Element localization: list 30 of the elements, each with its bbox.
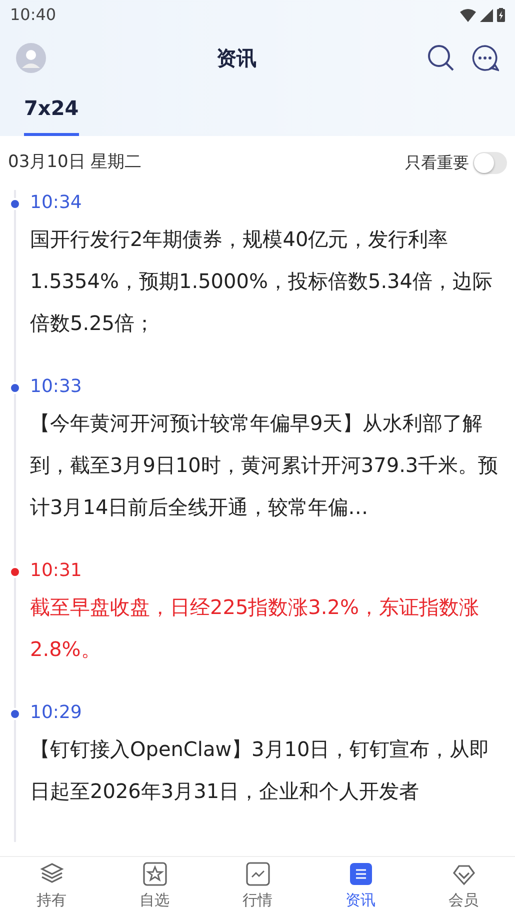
timeline-dot: [9, 198, 21, 210]
chat-bubble-icon[interactable]: [471, 44, 499, 72]
news-text[interactable]: 【钉钉接入OpenClaw】3月10日，钉钉宣布，从即日起至2026年3月31日，企业和个人开发者: [30, 728, 503, 812]
wifi-icon: [460, 8, 476, 22]
news-text[interactable]: 国开行发行2年期债券，规模40亿元，发行利率1.5354%，预期1.5000%，投标倍数5.34倍，边际倍数5.25倍；: [30, 218, 503, 344]
news-text[interactable]: 截至早盘收盘，日经225指数涨3.2%，东证指数涨2.8%。: [30, 586, 503, 670]
news-time: 10:29: [30, 701, 83, 725]
news-time: 10:31: [30, 559, 83, 583]
timeline-dot: [9, 382, 21, 394]
date-label: 03月10日 星期二: [8, 151, 142, 174]
filter-label: 只看重要: [405, 152, 469, 174]
news-time: 10:34: [30, 191, 83, 215]
nav-tab[interactable]: 资讯: [309, 857, 412, 918]
status-time: 10:40: [10, 4, 56, 26]
nav-tab[interactable]: 持有: [0, 857, 103, 918]
toggle-switch[interactable]: [473, 152, 507, 174]
search-icon[interactable]: [427, 44, 455, 72]
nav-tab[interactable]: 自选: [103, 857, 206, 918]
signal-icon: [480, 8, 493, 22]
timeline-dot: [9, 566, 21, 578]
list-icon: [348, 861, 374, 887]
battery-icon: [497, 8, 505, 22]
tab[interactable]: 7x24: [24, 85, 79, 136]
timeline-dot: [9, 708, 21, 720]
page-title: 资讯: [216, 44, 256, 72]
chart-icon: [244, 861, 270, 887]
news-time: 10:33: [30, 375, 83, 399]
nav-tab[interactable]: 会员: [412, 857, 515, 918]
nav-tab[interactable]: 行情: [206, 857, 309, 918]
news-text[interactable]: 【今年黄河开河预计较常年偏早9天】从水利部了解到，截至3月9日10时，黄河累计开河379.3千米。预计3月14日前后全线开通，较常年偏…: [30, 402, 503, 528]
